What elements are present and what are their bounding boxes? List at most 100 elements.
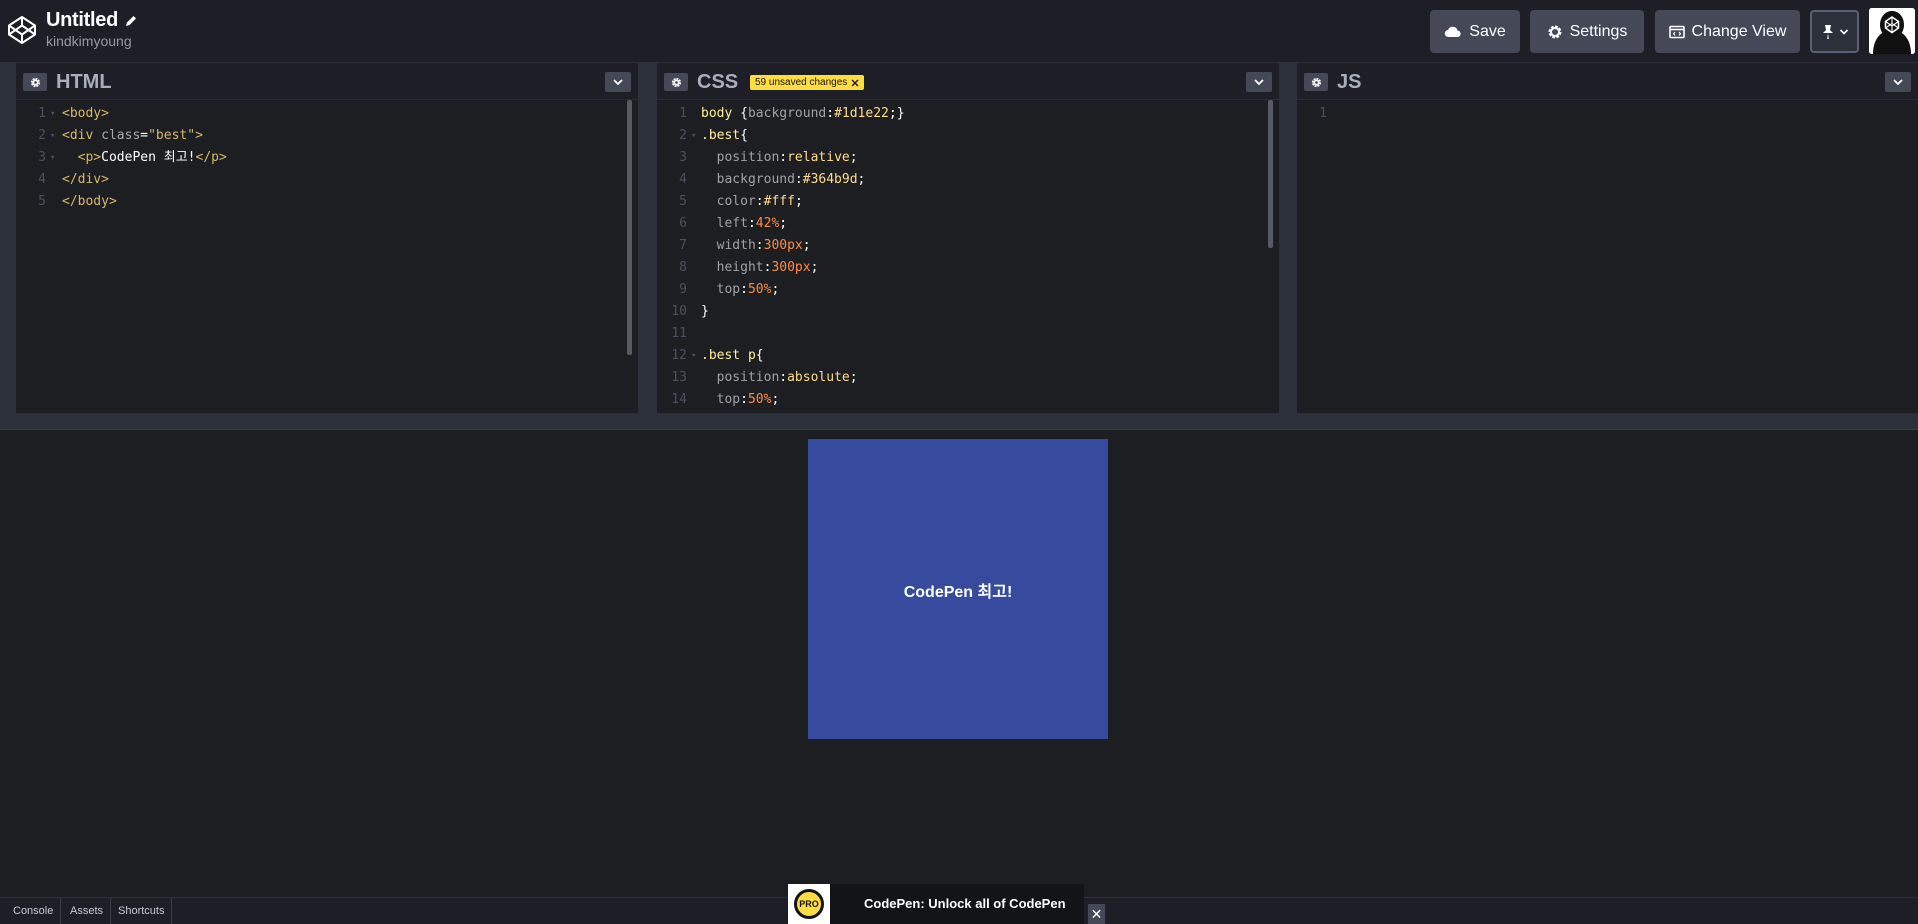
code-token: 300px (763, 238, 803, 253)
code-text: <div class="best"> (62, 125, 203, 147)
js-settings-button[interactable] (1304, 73, 1328, 91)
fold-toggle-icon[interactable]: ▾ (50, 103, 55, 125)
code-token: > (195, 128, 203, 143)
code-token: .best (701, 128, 741, 143)
code-line: 11 (657, 323, 1279, 345)
preview-resizer[interactable] (0, 413, 1918, 430)
code-text: color:#fff; (701, 191, 803, 213)
code-token: position (701, 150, 780, 165)
code-token: 42% (755, 216, 780, 231)
best-box-text: CodePen 최고! (903, 584, 1013, 601)
html-settings-button[interactable] (23, 73, 47, 91)
line-number: 1 (679, 106, 687, 121)
code-token: color (701, 194, 756, 209)
code-text: background:#364b9d; (701, 169, 866, 191)
html-code-area[interactable]: 1 ▾ <body> 2 ▾ <div class="best"> 3 ▾ <p>CodePe… (16, 100, 638, 413)
js-editor-pane: JS 1 (1297, 63, 1918, 413)
code-line: 3 ▾ <p>CodePen 최고!</p> (16, 147, 638, 169)
console-tab[interactable]: Console (6, 898, 62, 924)
css-code-area[interactable]: 1 body {background:#1d1e22;} 2 ▾ .best{3 pos… (657, 100, 1279, 413)
code-token: 50% (747, 392, 772, 407)
code-token: : (779, 370, 788, 385)
promo-text: CodePen: Unlock all of CodePen (864, 896, 1066, 911)
code-line: 1 (1297, 103, 1918, 125)
pen-title[interactable]: Untitled (46, 9, 118, 32)
line-number: 5 (679, 194, 687, 209)
css-scrollbar[interactable] (1268, 100, 1273, 248)
settings-button[interactable]: Settings (1530, 10, 1644, 53)
code-token: .best p (701, 348, 756, 363)
line-number: 4 (679, 172, 687, 187)
line-number: 6 (679, 216, 687, 231)
line-number: 14 (671, 392, 687, 407)
shortcuts-tab[interactable]: Shortcuts (111, 898, 173, 924)
codepen-logo-icon[interactable] (6, 14, 38, 46)
save-button[interactable]: Save (1430, 10, 1520, 53)
code-line: 5 color:#fff; (657, 191, 1279, 213)
js-pane-header: JS (1297, 63, 1918, 100)
codepen-editor: Untitled kindkimyoung Save Settings Chan… (0, 0, 1918, 924)
css-pane-menu-button[interactable] (1246, 72, 1272, 92)
chevron-down-icon (613, 79, 623, 86)
line-number: 9 (679, 282, 687, 297)
pro-promo-banner[interactable]: PRO CodePen: Unlock all of CodePen (788, 884, 1084, 924)
edit-title-pencil-icon[interactable] (124, 14, 138, 28)
css-pane-header: CSS 59 unsaved changes (657, 63, 1279, 100)
html-pane-title: HTML (56, 71, 112, 93)
html-pane-menu-button[interactable] (605, 72, 631, 92)
code-token: = (140, 128, 149, 143)
code-line: 2 ▾ <div class="best"> (16, 125, 638, 147)
promo-close-button[interactable]: ✕ (1088, 904, 1105, 924)
assets-tab[interactable]: Assets (63, 898, 112, 924)
best-box: CodePen 최고! (808, 439, 1108, 739)
pin-button[interactable] (1810, 10, 1859, 53)
fold-toggle-icon[interactable]: ▾ (691, 345, 696, 367)
pro-badge-circle: PRO (794, 889, 824, 919)
code-line: 3 position:relative; (657, 147, 1279, 169)
gear-icon (30, 77, 40, 87)
code-token: <div (62, 128, 102, 143)
code-token: relative (787, 150, 850, 165)
code-token: left (701, 216, 748, 231)
code-text: .best{ (701, 125, 748, 147)
close-icon[interactable] (851, 79, 859, 87)
code-line: 13 position:absolute; (657, 367, 1279, 389)
code-line: 8 height:300px; (657, 257, 1279, 279)
code-line: 4 background:#364b9d; (657, 169, 1279, 191)
code-token: <p> (62, 150, 102, 165)
settings-label: Settings (1569, 22, 1628, 40)
code-token: background (701, 172, 795, 187)
code-text: position:relative; (701, 147, 858, 169)
code-token: ; (794, 194, 803, 209)
line-number: 10 (671, 304, 687, 319)
code-token: 50% (747, 282, 772, 297)
change-view-button[interactable]: Change View (1655, 10, 1800, 53)
code-token: ; (849, 150, 858, 165)
fold-toggle-icon[interactable]: ▾ (50, 125, 55, 147)
unsaved-changes-badge[interactable]: 59 unsaved changes (750, 75, 865, 90)
line-number: 3 (679, 150, 687, 165)
fold-toggle-icon[interactable]: ▾ (691, 125, 696, 147)
code-line: 14 top:50%; (657, 389, 1279, 411)
js-code-area[interactable]: 1 (1297, 100, 1918, 413)
js-pane-menu-button[interactable] (1885, 72, 1911, 92)
code-token: ; (802, 238, 811, 253)
code-line: 6 left:42%; (657, 213, 1279, 235)
line-number: 2 (679, 128, 687, 143)
html-scrollbar[interactable] (627, 100, 632, 355)
fold-toggle-icon[interactable]: ▾ (50, 147, 55, 169)
css-settings-button[interactable] (664, 73, 688, 91)
user-avatar[interactable] (1869, 8, 1915, 54)
code-token: { (740, 128, 748, 143)
line-number: 1 (38, 106, 46, 121)
pen-owner[interactable]: kindkimyoung (46, 33, 132, 49)
code-token: "best" (148, 128, 196, 143)
pro-badge: PRO (788, 884, 830, 924)
code-token: body (701, 106, 741, 121)
code-token: ; (779, 216, 788, 231)
code-token: ; (849, 370, 858, 385)
line-number: 12 (671, 348, 687, 363)
unsaved-changes-label: 59 unsaved changes (755, 77, 848, 88)
line-number: 2 (38, 128, 46, 143)
code-token: ; (810, 260, 819, 275)
